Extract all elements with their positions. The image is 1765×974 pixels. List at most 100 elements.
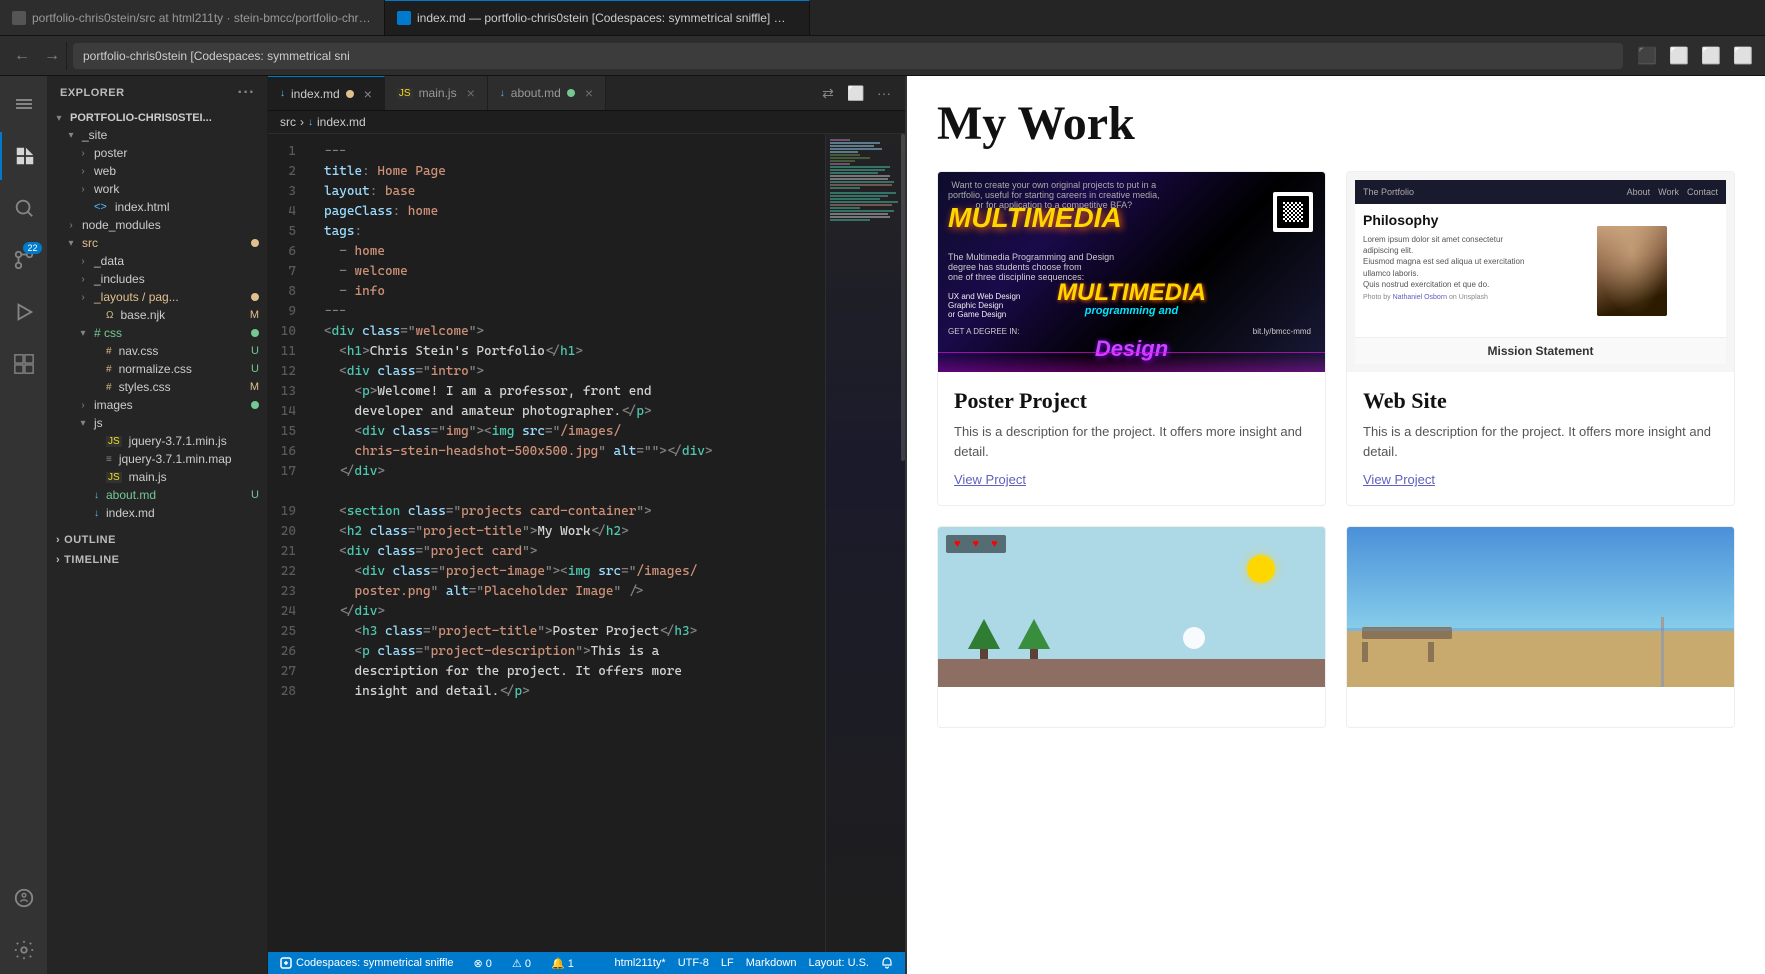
url-bar[interactable]: portfolio-chris0stein [Codespaces: symme… [73, 43, 1623, 69]
code-line-9: --- [324, 302, 825, 322]
github-icon[interactable] [0, 874, 48, 922]
toggle-layout-button[interactable]: ⬜ [843, 80, 869, 106]
code-line-13: <p>Welcome! I am a professor, front end [324, 382, 825, 402]
tree-item-about-md[interactable]: ↓ about.md U [48, 486, 267, 504]
tree-item-nav-css[interactable]: # nav.css U [48, 342, 267, 360]
tree-item-site[interactable]: ▾ _site [48, 126, 267, 144]
code-line-5: tags: [324, 222, 825, 242]
breadcrumb-file[interactable]: index.md [317, 115, 366, 129]
extensions-icon[interactable] [0, 340, 48, 388]
split-view-button[interactable]: ⬛ [1633, 42, 1661, 70]
project-grid: Want to create your own original project… [937, 171, 1735, 728]
split-editor-button[interactable]: ⇄ [815, 80, 841, 106]
language-status[interactable]: Markdown [742, 957, 801, 969]
encoding-status[interactable]: UTF-8 [674, 957, 713, 969]
source-control-badge: 22 [23, 242, 41, 254]
tree-item-index-html[interactable]: <> index.html [48, 198, 267, 216]
back-button[interactable]: ← [8, 42, 36, 70]
tree-item-jquery-min-map[interactable]: ≡ jquery-3.7.1.min.map [48, 450, 267, 468]
tree-item-data[interactable]: › _data [48, 252, 267, 270]
sun-element [1247, 555, 1275, 583]
poster-view-project-link[interactable]: View Project [954, 472, 1026, 487]
warnings-status[interactable]: ⚠ 0 [508, 957, 535, 970]
game-image: ♥ ♥ ♥ [938, 527, 1325, 687]
explorer-menu-button[interactable]: ··· [238, 84, 255, 102]
tab-about-md[interactable]: ↓ about.md × [488, 76, 606, 110]
tree-item-poster[interactable]: › poster [48, 144, 267, 162]
hamburger-menu-icon[interactable] [0, 80, 48, 128]
tree-item-index-md[interactable]: ↓ index.md [48, 504, 267, 522]
window-control-2[interactable]: ⬜ [1697, 42, 1725, 70]
browser-tab-2[interactable]: index.md — portfolio-chris0stein [Codesp… [385, 0, 810, 35]
code-line-1: --- [324, 142, 825, 162]
root-folder[interactable]: ▾ PORTFOLIO-CHRIS0STEI... [48, 110, 267, 126]
source-control-icon[interactable]: 22 [0, 236, 48, 284]
code-line-28: insight and detail.</p> [324, 682, 825, 702]
tab-index-md[interactable]: ↓ index.md × [268, 76, 385, 110]
tree-item-normalize-css[interactable]: # normalize.css U [48, 360, 267, 378]
preview-content: My Work Want to create your own original… [907, 76, 1765, 748]
window-control-3[interactable]: ⬜ [1729, 42, 1757, 70]
tree-item-src[interactable]: ▾ src [48, 234, 267, 252]
photo-image [1347, 527, 1734, 687]
close-tab-about-md[interactable]: × [585, 85, 593, 101]
bell-status[interactable] [877, 957, 897, 969]
tree-item-node-modules[interactable]: › node_modules [48, 216, 267, 234]
tree-item-work[interactable]: › work [48, 180, 267, 198]
window-control-1[interactable]: ⬜ [1665, 42, 1693, 70]
preview-panel: My Work Want to create your own original… [905, 76, 1765, 974]
search-icon[interactable] [0, 184, 48, 232]
timeline-section[interactable]: › TIMELINE [48, 550, 267, 570]
minimap-content [826, 134, 905, 952]
minimap [825, 134, 905, 952]
tab-icon-index-md: ↓ [280, 88, 285, 99]
tab-main-js[interactable]: JS main.js × [385, 76, 488, 110]
photo-card-body [1347, 687, 1734, 727]
tree-item-styles-css[interactable]: # styles.css M [48, 378, 267, 396]
tree-item-main-js[interactable]: JS main.js [48, 468, 267, 486]
code-line-12: <div class="intro"> [324, 362, 825, 382]
images-badge [251, 401, 259, 409]
close-tab-index-md[interactable]: × [364, 86, 372, 102]
tree-item-css[interactable]: ▾ # css [48, 324, 267, 342]
line-ending-status[interactable]: LF [717, 957, 738, 969]
tree-item-layouts[interactable]: › _layouts / pag... [48, 288, 267, 306]
code-editor[interactable]: 1 2 3 4 5 6 7 8 9 10 11 12 13 14 15 16 1… [268, 134, 905, 952]
website-project-title: Web Site [1363, 388, 1718, 414]
settings-icon[interactable] [0, 926, 48, 974]
close-tab-main-js[interactable]: × [467, 85, 475, 101]
activity-bar: 22 [0, 76, 48, 974]
headshot-image [1597, 226, 1667, 316]
layout-status[interactable]: Layout: U.S. [804, 957, 873, 969]
code-line-24: </div> [324, 602, 825, 622]
explorer-icon[interactable] [0, 132, 48, 180]
run-debug-icon[interactable] [0, 288, 48, 336]
layouts-badge [251, 293, 259, 301]
notifications-status[interactable]: 🔔 1 [547, 957, 578, 970]
website-view-project-link[interactable]: View Project [1363, 472, 1435, 487]
html-type-status[interactable]: html211ty* [611, 957, 670, 969]
tree-item-jquery-min-js[interactable]: JS jquery-3.7.1.min.js [48, 432, 267, 450]
project-card-poster: Want to create your own original project… [937, 171, 1326, 506]
browser-tab-1[interactable]: portfolio-chris0stein/src at html211ty ·… [0, 0, 385, 35]
poster-card-body: Poster Project This is a description for… [938, 372, 1325, 505]
code-line-6: - home [324, 242, 825, 262]
outline-section[interactable]: › OUTLINE [48, 530, 267, 550]
tree-item-base-njk[interactable]: Ω base.njk M [48, 306, 267, 324]
code-line-4: pageClass: home [324, 202, 825, 222]
tree-item-includes[interactable]: › _includes [48, 270, 267, 288]
codespaces-status[interactable]: Codespaces: symmetrical sniffle [276, 957, 458, 969]
tree-item-js[interactable]: ▾ js [48, 414, 267, 432]
tree-item-images[interactable]: › images [48, 396, 267, 414]
errors-status[interactable]: ⊗ 0 [470, 957, 496, 970]
editor-tabs: ↓ index.md × JS main.js × ↓ about.md × ⇄… [268, 76, 905, 111]
breadcrumb-src[interactable]: src [280, 115, 296, 129]
website-project-desc: This is a description for the project. I… [1363, 422, 1718, 461]
status-right: html211ty* UTF-8 LF Markdown Layout: U.S… [611, 957, 897, 969]
more-actions-button[interactable]: ··· [871, 80, 897, 106]
editor-area: ↓ index.md × JS main.js × ↓ about.md × ⇄… [268, 76, 905, 974]
tree-item-web[interactable]: › web [48, 162, 267, 180]
code-content[interactable]: --- title: Home Page layout: base pageCl… [308, 134, 825, 952]
philosophy-heading: Philosophy [1363, 212, 1536, 228]
forward-button[interactable]: → [38, 42, 66, 70]
